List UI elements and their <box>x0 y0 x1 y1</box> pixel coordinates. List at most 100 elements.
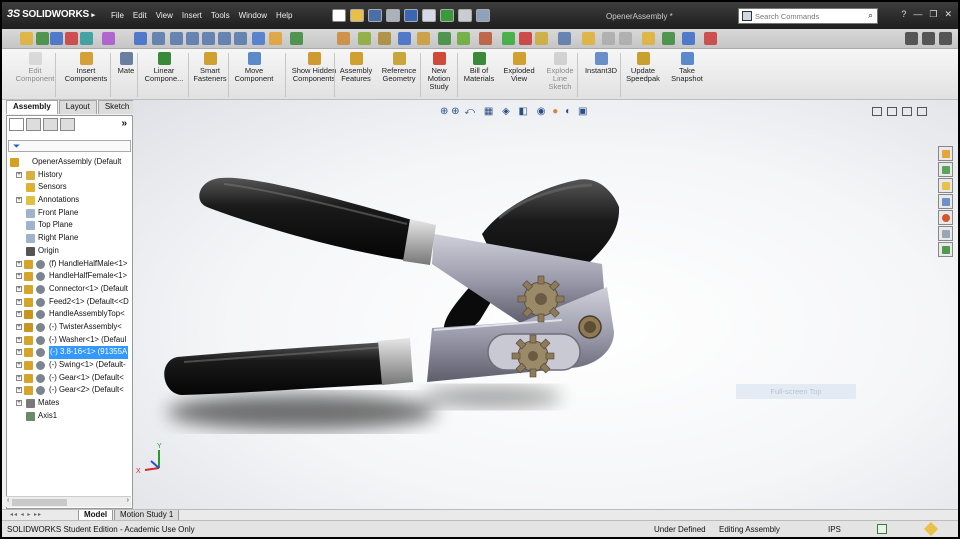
tree-item[interactable]: + (-) TwisterAssembly< <box>8 321 132 334</box>
menu-help[interactable]: Help <box>273 11 298 20</box>
solidworks-resources-icon[interactable] <box>938 146 953 161</box>
take-snapshot-button[interactable]: Take Snapshot <box>669 52 705 83</box>
expand-icon[interactable]: + <box>16 336 22 343</box>
expand-icon[interactable]: + <box>16 374 22 381</box>
linear-compone-button[interactable]: Linear Compone... <box>139 52 189 83</box>
file-explorer-icon[interactable] <box>938 178 953 193</box>
toolbar-strip-icon[interactable] <box>152 32 165 45</box>
camera-icon[interactable] <box>905 32 918 45</box>
feature-manager-tab-icon[interactable] <box>9 118 24 131</box>
toolbar-strip-icon[interactable] <box>398 32 411 45</box>
tree-item[interactable]: Front Plane <box>8 207 132 220</box>
tree-item[interactable]: + Mates <box>8 397 132 410</box>
menu-window[interactable]: Window <box>236 11 273 20</box>
menu-insert[interactable]: Insert <box>179 11 208 20</box>
graphics-area[interactable]: Y X <box>133 100 958 509</box>
viewport-close-icon[interactable] <box>917 107 927 116</box>
restore-icon[interactable]: ❐ <box>929 9 937 20</box>
file-properties-icon[interactable] <box>458 9 472 22</box>
toolbar-strip-icon[interactable] <box>704 32 717 45</box>
viewport-link-icon[interactable] <box>887 107 897 116</box>
toolbar-strip-icon[interactable] <box>519 32 532 45</box>
tree-item[interactable]: + Annotations <box>8 194 132 207</box>
lower-gear[interactable] <box>511 334 555 378</box>
menu-file[interactable]: File <box>108 11 130 20</box>
unit-system[interactable]: IPS <box>828 522 841 537</box>
show-hidden-components-button[interactable]: Show Hidden Components <box>289 52 339 83</box>
tree-item[interactable]: + Connector<1> (Default <box>8 283 132 296</box>
tree-item[interactable]: + (-) 3.8-16<1> (91355A <box>8 346 132 359</box>
toolbar-strip-icon[interactable] <box>218 32 231 45</box>
toolbar-strip-icon[interactable] <box>102 32 115 45</box>
tab-navigation-arrows[interactable]: ◂◂ ◂ ▸ ▸▸ <box>10 511 42 518</box>
toolbar-strip-icon[interactable] <box>20 32 33 45</box>
search-commands-input[interactable]: Search Commands ⌕ <box>738 8 878 24</box>
scroll-left-icon[interactable]: ‹ <box>7 497 9 504</box>
custom-properties-icon[interactable] <box>938 226 953 241</box>
toolbar-strip-icon[interactable] <box>479 32 492 45</box>
view-palette-icon[interactable] <box>938 194 953 209</box>
search-icon[interactable]: ⌕ <box>868 10 873 21</box>
undo-icon[interactable] <box>404 9 418 22</box>
print-icon[interactable] <box>386 9 400 22</box>
options-icon[interactable] <box>476 9 490 22</box>
save-icon[interactable] <box>368 9 382 22</box>
toolbar-strip-icon[interactable] <box>134 32 147 45</box>
new-document-icon[interactable] <box>332 9 346 22</box>
property-manager-tab-icon[interactable] <box>26 118 41 131</box>
hide-show-items-icon[interactable]: ◉ <box>537 106 546 117</box>
tree-horizontal-scrollbar[interactable]: ‹ › <box>6 496 131 507</box>
toolbar-options-icon[interactable] <box>939 32 952 45</box>
expand-icon[interactable]: + <box>16 362 22 368</box>
expand-icon[interactable]: + <box>16 400 22 407</box>
chevron-right-icon[interactable]: » <box>121 118 127 129</box>
toolbar-strip-icon[interactable] <box>290 32 303 45</box>
expand-icon[interactable]: + <box>16 298 22 305</box>
upper-gear[interactable] <box>517 275 565 323</box>
instant3d-button[interactable]: Instant3D <box>580 52 622 75</box>
toolbar-strip-icon[interactable] <box>535 32 548 45</box>
section-view-icon[interactable]: ▦ <box>484 106 493 117</box>
menu-view[interactable]: View <box>153 11 179 20</box>
bill-of-materials-button[interactable]: Bill of Materials <box>460 52 498 83</box>
tree-item[interactable]: + (-) Washer<1> (Defaul <box>8 334 132 347</box>
expand-icon[interactable]: + <box>16 311 22 318</box>
rebuild-icon[interactable] <box>440 9 454 22</box>
tree-item[interactable]: + (-) Gear<2> (Default< <box>8 384 132 397</box>
tree-item[interactable]: + History <box>8 169 132 182</box>
update-speedpak-button[interactable]: Update Speedpak <box>625 52 661 83</box>
expand-icon[interactable]: + <box>16 260 22 267</box>
expand-icon[interactable]: + <box>16 197 22 204</box>
new-motion-study-button[interactable]: New Motion Study <box>423 52 455 91</box>
zoom-to-fit-icon[interactable]: ⊕ <box>440 106 448 117</box>
insert-components-button[interactable]: Insert Components <box>59 52 113 83</box>
toolbar-strip-icon[interactable] <box>682 32 695 45</box>
toolbar-strip-icon[interactable] <box>170 32 183 45</box>
close-icon[interactable]: ✕ <box>944 9 952 20</box>
viewport-restore-icon[interactable] <box>902 107 912 116</box>
toolbar-strip-icon[interactable] <box>438 32 451 45</box>
tree-item[interactable]: Right Plane <box>8 232 132 245</box>
view-settings-icon[interactable]: ▣ <box>578 106 587 117</box>
toolbar-strip-icon[interactable] <box>337 32 350 45</box>
appearance-icon[interactable]: ● <box>552 106 558 117</box>
configuration-manager-tab-icon[interactable] <box>43 118 58 131</box>
display-style-icon[interactable]: ◧ <box>519 106 528 117</box>
reference-geometry-button[interactable]: Reference Geometry <box>379 52 419 83</box>
toolbar-strip-icon[interactable] <box>558 32 571 45</box>
tree-item[interactable]: + (-) Gear<1> (Default< <box>8 372 132 385</box>
toolbar-pin-icon[interactable] <box>922 32 935 45</box>
edit-component-button[interactable]: Edit Component <box>10 52 60 83</box>
toolbar-strip-icon[interactable] <box>417 32 430 45</box>
zoom-to-area-icon[interactable]: ⊕ <box>451 106 459 117</box>
tree-item[interactable]: Origin <box>8 245 132 258</box>
toolbar-strip-icon[interactable] <box>269 32 282 45</box>
minimize-icon[interactable]: — <box>913 9 922 20</box>
toolbar-strip-icon[interactable] <box>358 32 371 45</box>
top-rubber-grip[interactable] <box>199 177 412 260</box>
design-library-icon[interactable] <box>938 162 953 177</box>
mate-button[interactable]: Mate <box>113 52 139 75</box>
tree-item[interactable]: Top Plane <box>8 219 132 232</box>
exploded-view-button[interactable]: Exploded View <box>501 52 537 83</box>
explode-line-sketch-button[interactable]: Explode Line Sketch <box>542 52 578 91</box>
